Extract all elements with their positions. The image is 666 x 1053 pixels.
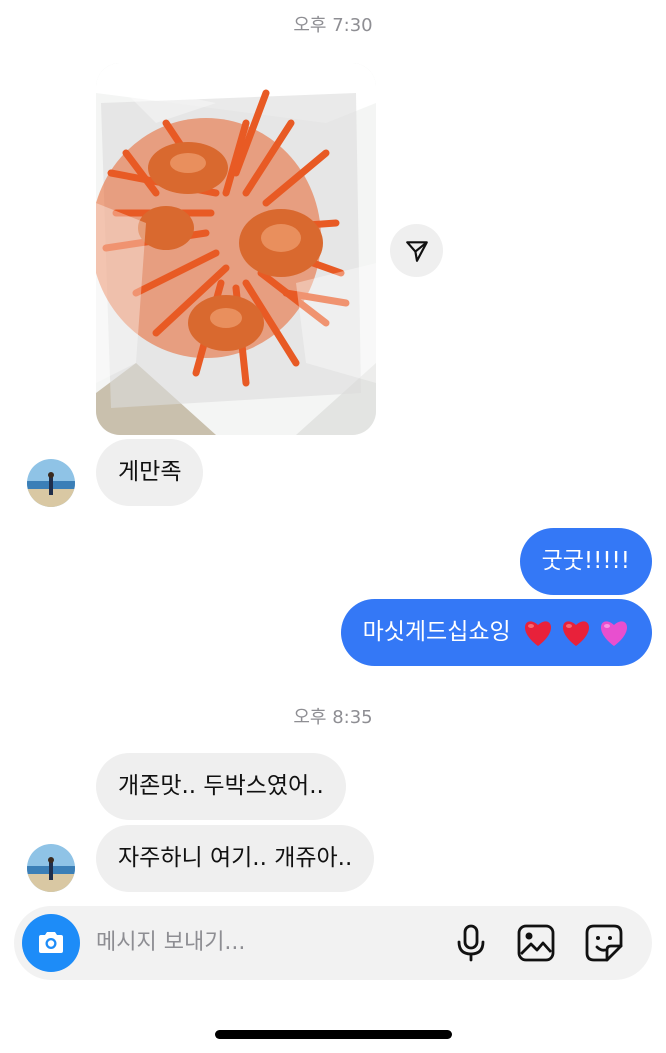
message-bubble-3[interactable]: 마싯게드십쇼잉 [340, 599, 652, 666]
message-text-4: 개존맛.. 두박스였어.. [118, 773, 324, 799]
sticker-icon [585, 924, 623, 962]
message-bubble-1[interactable]: 게만족 [96, 439, 204, 506]
timestamp-2: 오후 8:35 [293, 707, 373, 728]
crab-photo-image [96, 63, 376, 435]
camera-icon [39, 932, 63, 953]
sender-avatar-2[interactable] [27, 844, 75, 892]
red-heart-icon [524, 620, 552, 646]
camera-button[interactable] [22, 914, 80, 972]
message-bubble-4[interactable]: 개존맛.. 두박스였어.. [96, 753, 346, 820]
sender-avatar-1[interactable] [27, 459, 75, 507]
beach-avatar-image [27, 459, 75, 507]
microphone-button[interactable] [451, 923, 491, 963]
message-input[interactable]: 메시지 보내기... [96, 906, 436, 980]
shared-photo[interactable] [96, 63, 376, 435]
message-text-3: 마싯게드십쇼잉 [362, 619, 511, 645]
share-button[interactable] [390, 224, 443, 277]
home-indicator [215, 1030, 452, 1039]
gallery-button[interactable] [516, 923, 556, 963]
message-bubble-2[interactable]: 굿굿!!!!! [519, 528, 652, 595]
message-composer: 메시지 보내기... [14, 906, 652, 980]
gallery-icon [517, 924, 555, 962]
red-heart-icon [562, 620, 590, 646]
send-icon [405, 240, 428, 262]
pink-heart-icon [600, 620, 628, 646]
message-text-2: 굿굿!!!!! [541, 548, 630, 574]
microphone-icon [457, 924, 485, 962]
timestamp-1: 오후 7:30 [293, 15, 373, 36]
heart-emoji-group [522, 618, 630, 648]
message-bubble-5[interactable]: 자주하니 여기.. 개쥬아.. [96, 825, 375, 892]
beach-avatar-image [27, 844, 75, 892]
message-text-1: 게만족 [118, 459, 182, 485]
message-text-5: 자주하니 여기.. 개쥬아.. [118, 845, 353, 871]
sticker-button[interactable] [584, 923, 624, 963]
